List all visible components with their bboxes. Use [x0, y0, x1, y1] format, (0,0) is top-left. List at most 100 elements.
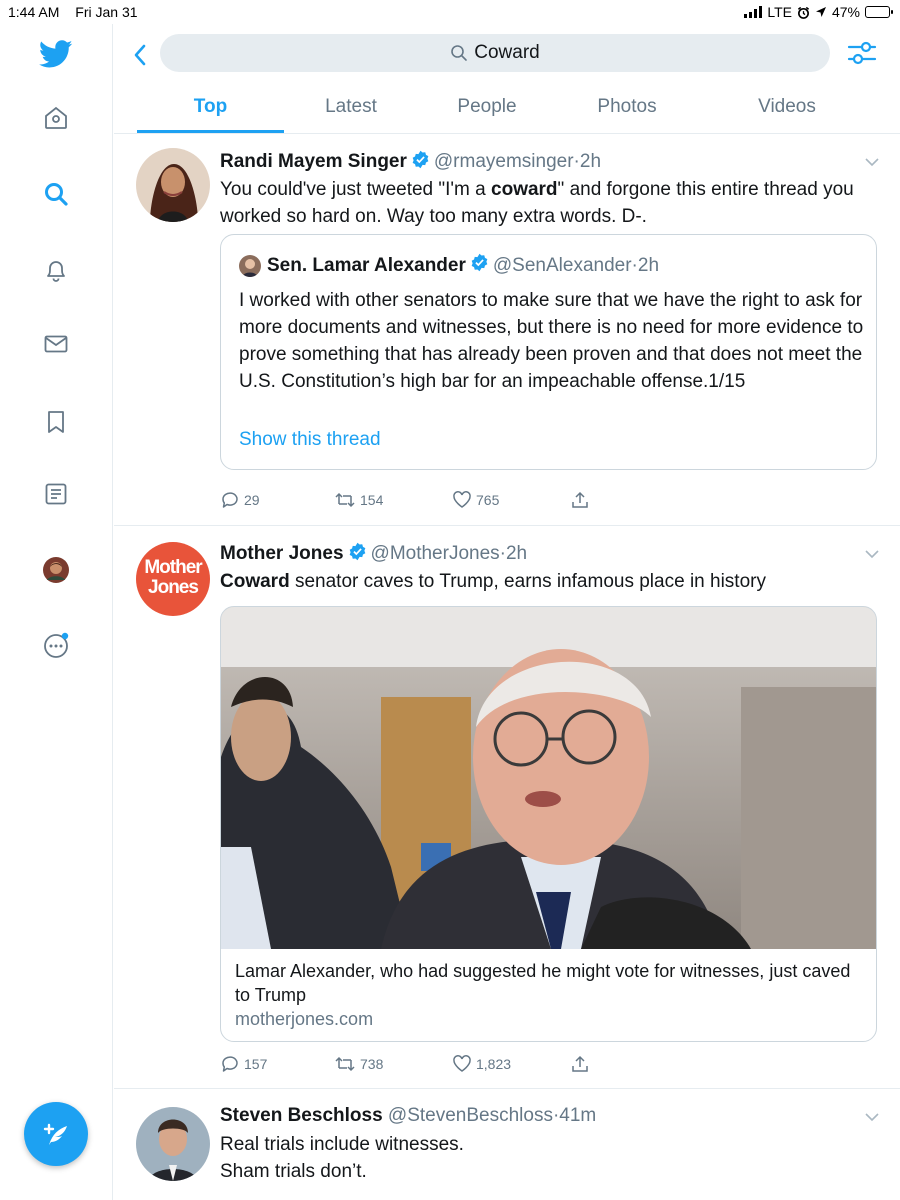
timestamp[interactable]: 2h: [580, 151, 601, 172]
quoted-tweet[interactable]: Sen. Lamar Alexander @SenAlexander · 2h I w…: [220, 234, 877, 470]
avatar[interactable]: [136, 148, 210, 222]
tweet-text-part: senator caves to Trump, earns infamous p…: [289, 571, 766, 592]
tweet-text-highlight: coward: [491, 179, 558, 200]
side-nav: [0, 24, 113, 1200]
bell-icon[interactable]: [38, 252, 74, 288]
display-name[interactable]: Steven Beschloss: [220, 1105, 383, 1126]
location-icon: [815, 7, 826, 17]
timestamp: 2h: [637, 254, 660, 276]
tweet-text-line: Real trials include witnesses.: [220, 1134, 464, 1155]
card-domain: motherjones.com: [235, 1009, 374, 1029]
avatar[interactable]: [136, 1107, 210, 1181]
list-icon[interactable]: [38, 476, 74, 512]
tweet-header: Mother Jones @MotherJones·2h: [220, 542, 527, 567]
tweet[interactable]: Randi Mayem Singer @rmayemsinger·2h You c…: [114, 134, 900, 526]
search-query: Coward: [474, 42, 540, 63]
tweet-text: Real trials include witnesses. Sham tria…: [220, 1131, 880, 1185]
alarm-icon: [797, 6, 810, 19]
tweet-text-part: You could've just tweeted "I'm a: [220, 179, 492, 200]
heart-icon: [453, 491, 471, 508]
avatar[interactable]: Mother Jones: [136, 542, 210, 616]
retweet-button[interactable]: 154: [334, 490, 383, 510]
like-button[interactable]: 1,823: [452, 1054, 511, 1074]
retweet-icon: [335, 492, 355, 508]
search-field-icon: [450, 44, 468, 62]
heart-icon: [453, 1055, 471, 1072]
share-icon: [572, 491, 588, 508]
article-photo: [221, 607, 876, 949]
tweet-header: Randi Mayem Singer @rmayemsinger·2h: [220, 150, 601, 175]
handle[interactable]: @MotherJones: [371, 543, 500, 564]
reply-button[interactable]: 29: [220, 490, 260, 510]
chevron-down-icon: [865, 550, 879, 559]
reply-button[interactable]: 157: [220, 1054, 267, 1074]
retweet-icon: [335, 1056, 355, 1072]
verified-badge-icon: [411, 150, 430, 175]
retweet-button[interactable]: 738: [334, 1054, 383, 1074]
like-count: 765: [476, 492, 500, 508]
tweet-text: Coward senator caves to Trump, earns inf…: [220, 568, 880, 595]
tweet-text: You could've just tweeted "I'm a coward"…: [220, 176, 880, 230]
battery-percent: 47%: [831, 4, 860, 20]
search-input[interactable]: Coward: [160, 34, 830, 72]
share-button[interactable]: [570, 1054, 590, 1074]
avatar-logo-text: Jones: [148, 577, 199, 598]
tweet-text-highlight: Coward: [220, 571, 290, 592]
timestamp[interactable]: 2h: [506, 543, 527, 564]
tweet-menu-button[interactable]: [864, 1109, 880, 1127]
handle[interactable]: @StevenBeschloss: [388, 1105, 553, 1126]
status-time: 1:44 AM: [8, 4, 60, 20]
tweet[interactable]: Mother Jones Mother Jones @MotherJones·2h…: [114, 526, 900, 1089]
show-thread-link[interactable]: Show this thread: [239, 429, 381, 451]
tab-photos[interactable]: Photos: [560, 96, 694, 118]
twitter-logo-icon[interactable]: [32, 34, 80, 74]
compose-button[interactable]: [24, 1102, 88, 1166]
profile-avatar[interactable]: [38, 552, 74, 588]
handle[interactable]: @rmayemsinger: [434, 151, 574, 172]
tweet-actions: 157 738 1,823: [220, 1054, 620, 1078]
sliders-icon: [847, 41, 877, 65]
home-icon[interactable]: [38, 100, 74, 136]
back-button[interactable]: [128, 40, 152, 70]
tweet-header: Steven Beschloss @StevenBeschloss·41m: [220, 1105, 596, 1127]
reply-count: 157: [244, 1056, 268, 1072]
status-bar: 1:44 AM Fri Jan 31 LTE 47%: [0, 0, 900, 24]
signal-icon: [744, 6, 763, 18]
quoted-tweet-header: Sen. Lamar Alexander @SenAlexander · 2h: [239, 253, 659, 278]
search-icon[interactable]: [38, 176, 74, 212]
tab-latest[interactable]: Latest: [284, 96, 418, 118]
avatar-logo-text: Mother: [144, 557, 202, 578]
share-icon: [572, 1055, 588, 1072]
mail-icon[interactable]: [38, 326, 74, 362]
bookmark-icon[interactable]: [38, 404, 74, 440]
tweet-menu-button[interactable]: [864, 154, 880, 172]
like-count: 1,823: [476, 1056, 512, 1072]
battery-icon: [865, 6, 893, 18]
display-name[interactable]: Mother Jones: [220, 543, 344, 564]
search-filter-button[interactable]: [846, 38, 878, 68]
more-icon[interactable]: [38, 628, 74, 664]
tweet-menu-button[interactable]: [864, 546, 880, 564]
tab-top[interactable]: Top: [137, 96, 284, 118]
like-button[interactable]: 765: [452, 490, 499, 510]
handle: @SenAlexander: [492, 254, 632, 276]
avatar: [239, 254, 261, 277]
timestamp[interactable]: 41m: [559, 1105, 596, 1126]
tweet-text-line: Sham trials don’t.: [220, 1161, 367, 1182]
network-label: LTE: [767, 4, 792, 20]
verified-badge-icon: [470, 253, 489, 278]
tab-people[interactable]: People: [420, 96, 554, 118]
link-card[interactable]: Lamar Alexander, who had suggested he mi…: [220, 606, 877, 1042]
display-name[interactable]: Randi Mayem Singer: [220, 151, 407, 172]
retweet-count: 154: [360, 492, 384, 508]
display-name: Sen. Lamar Alexander: [267, 254, 466, 276]
quoted-tweet-text: I worked with other senators to make sur…: [239, 290, 864, 392]
tab-videos[interactable]: Videos: [720, 96, 854, 118]
verified-badge-icon: [348, 542, 367, 567]
share-button[interactable]: [570, 490, 590, 510]
reply-icon: [222, 1056, 238, 1072]
reply-count: 29: [244, 492, 260, 508]
reply-icon: [222, 492, 238, 508]
active-tab-indicator: [137, 130, 284, 133]
tweet[interactable]: Steven Beschloss @StevenBeschloss·41m Re…: [114, 1089, 900, 1200]
